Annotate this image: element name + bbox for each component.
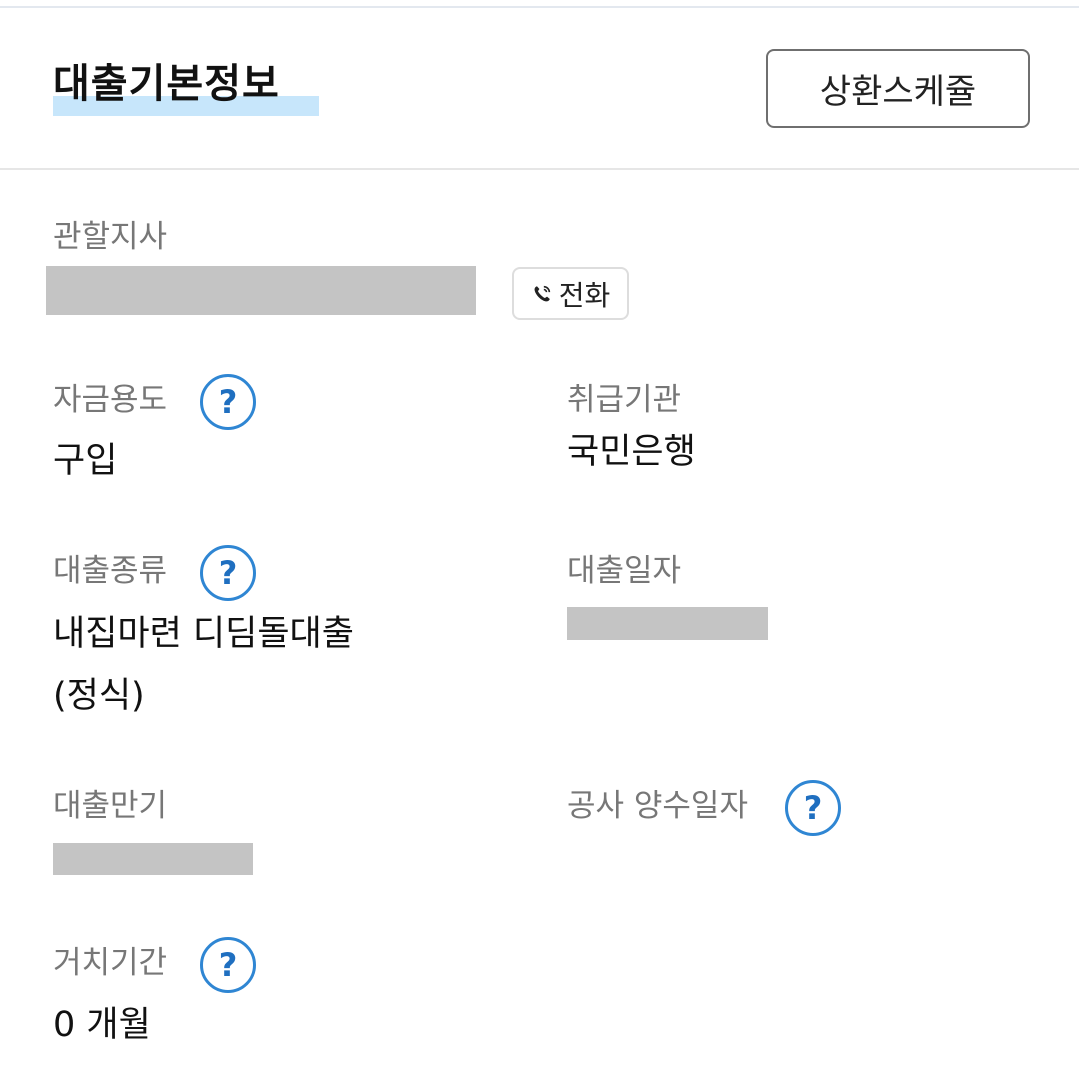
section-title: 대출기본정보	[53, 61, 280, 107]
loan-maturity-value-redacted	[53, 843, 253, 875]
loan-type-label: 대출종류	[53, 553, 168, 589]
section-header: 대출기본정보 상환스케쥴	[0, 8, 1079, 170]
construction-transfer-date-label: 공사 양수일자	[567, 788, 748, 824]
construction-transfer-date-help-icon[interactable]: ?	[785, 780, 841, 836]
fund-purpose-label: 자금용도	[53, 382, 168, 418]
loan-type-help-icon[interactable]: ?	[200, 545, 256, 601]
loan-type-value-line2: (정식)	[53, 676, 145, 716]
call-button-label: 전화	[558, 278, 611, 312]
grace-period-value: 0 개월	[53, 1005, 151, 1045]
loan-date-value-redacted	[567, 607, 768, 640]
title-wrap: 대출기본정보	[53, 58, 319, 116]
branch-value-redacted	[46, 266, 476, 315]
phone-icon	[534, 285, 550, 301]
branch-label: 관할지사	[53, 219, 168, 255]
fund-purpose-help-icon[interactable]: ?	[200, 374, 256, 430]
loan-maturity-label: 대출만기	[53, 788, 168, 824]
handling-institution-label: 취급기관	[567, 382, 682, 418]
top-border	[0, 0, 1079, 8]
loan-type-value-line1: 내집마련 디딤돌대출	[53, 614, 354, 654]
repayment-schedule-button[interactable]: 상환스케쥴	[766, 49, 1030, 128]
loan-date-label: 대출일자	[567, 553, 682, 589]
grace-period-label: 거치기간	[53, 945, 168, 981]
fund-purpose-value: 구입	[53, 441, 118, 481]
grace-period-help-icon[interactable]: ?	[200, 937, 256, 993]
handling-institution-value: 국민은행	[567, 432, 696, 472]
call-button[interactable]: 전화	[512, 267, 629, 320]
